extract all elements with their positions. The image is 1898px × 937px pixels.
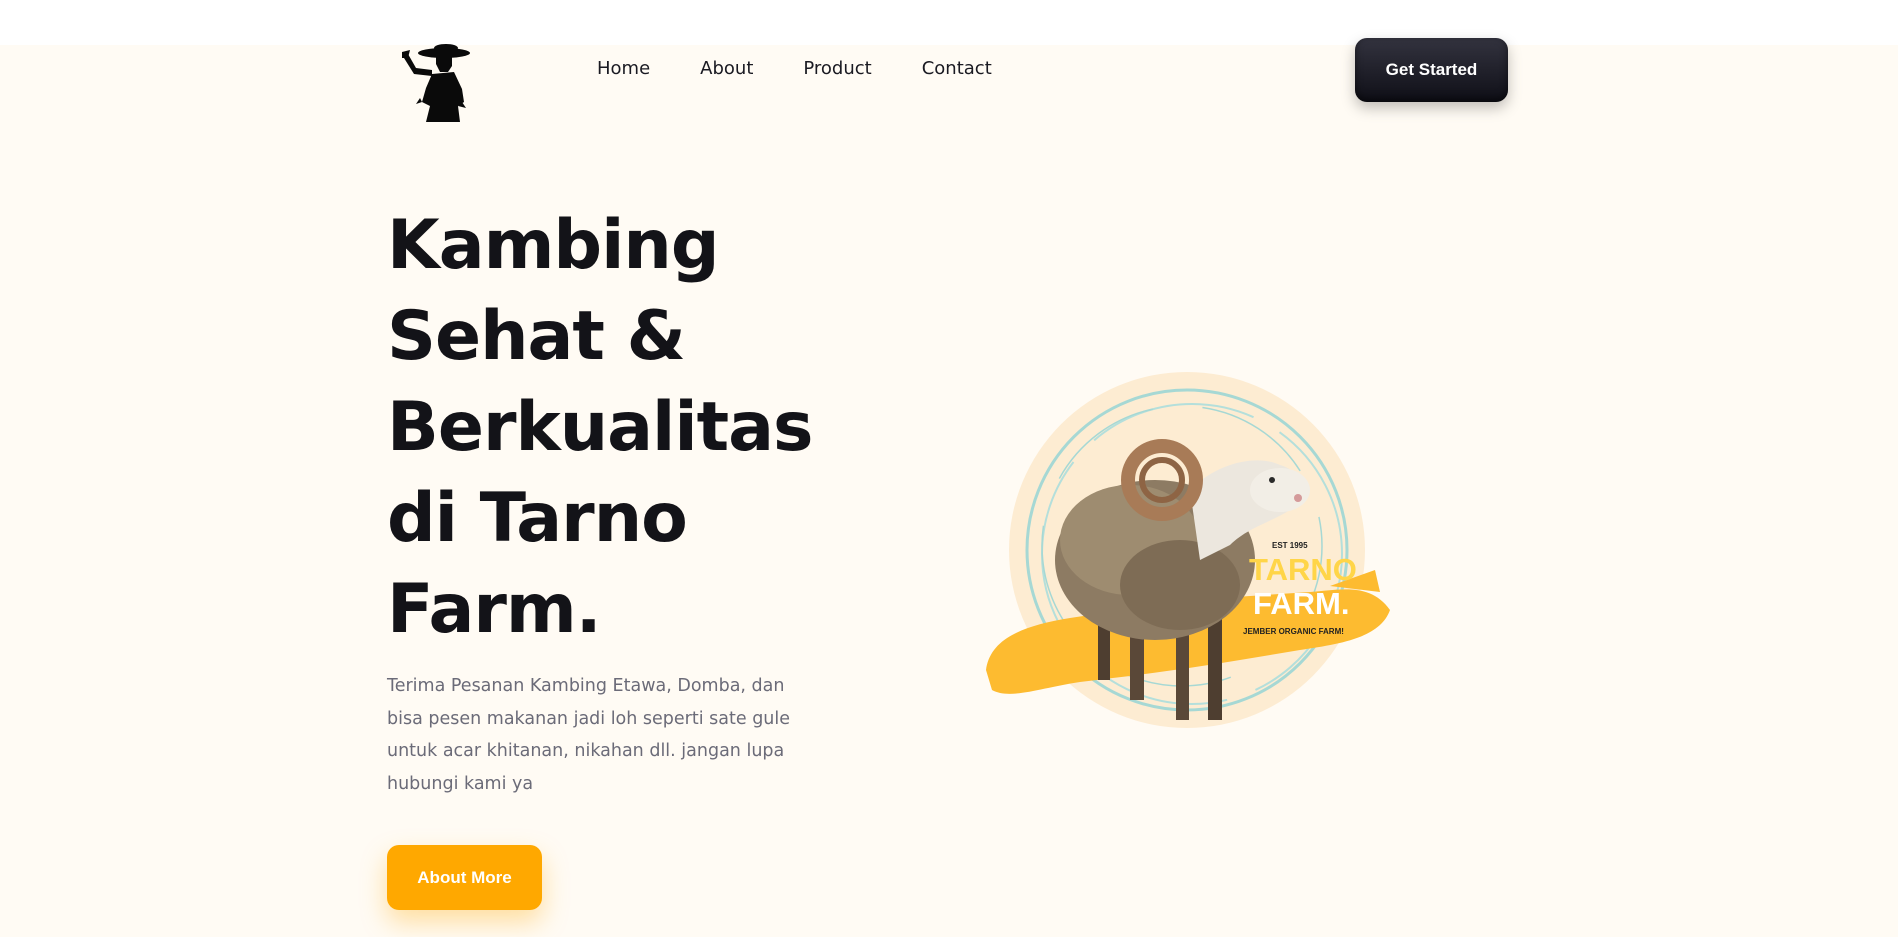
badge-name-line2: FARM. bbox=[1253, 586, 1349, 621]
nav-product[interactable]: Product bbox=[803, 58, 871, 79]
farmer-logo-icon[interactable] bbox=[392, 44, 480, 124]
nav-contact[interactable]: Contact bbox=[922, 58, 992, 79]
badge-name-line1: TARNO bbox=[1249, 552, 1357, 587]
hero-title: Kambing Sehat & Berkualitas di Tarno Far… bbox=[387, 206, 814, 649]
badge-est: EST 1995 bbox=[1272, 541, 1308, 550]
nav-home[interactable]: Home bbox=[597, 58, 650, 79]
top-strip bbox=[0, 0, 1898, 45]
about-more-button[interactable]: About More bbox=[387, 845, 542, 910]
sheep-illustration-icon: EST 1995 TARNO FARM. JEMBER ORGANIC FARM… bbox=[980, 370, 1395, 735]
get-started-button[interactable]: Get Started bbox=[1355, 38, 1508, 102]
hero-description: Terima Pesanan Kambing Etawa, Domba, dan… bbox=[387, 676, 791, 794]
nav-about[interactable]: About bbox=[700, 58, 753, 79]
badge-tagline: JEMBER ORGANIC FARM! bbox=[1243, 627, 1344, 636]
main-nav: Home About Product Contact bbox=[597, 58, 992, 79]
